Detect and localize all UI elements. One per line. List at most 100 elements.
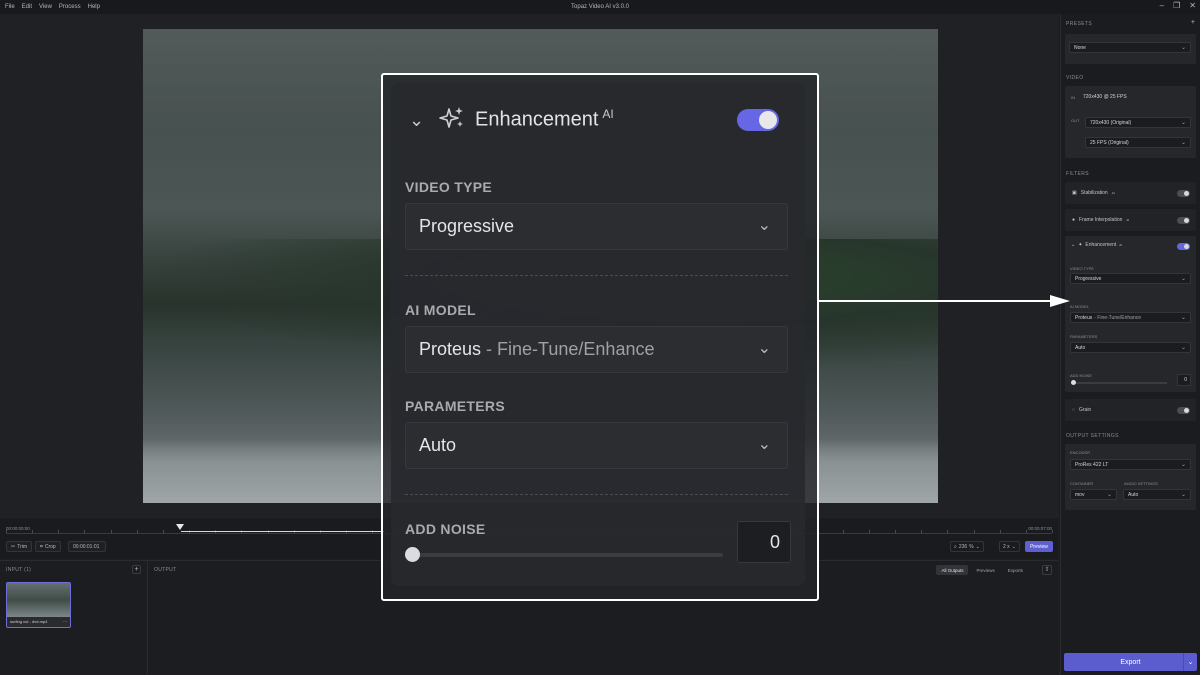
stabilization-toggle[interactable] bbox=[1177, 189, 1190, 197]
export-button[interactable]: Export ⌄ bbox=[1064, 653, 1197, 671]
enhancement-toggle[interactable] bbox=[1177, 243, 1190, 250]
menu-help[interactable]: Help bbox=[88, 4, 100, 10]
minimize-icon[interactable]: – bbox=[1160, 1, 1164, 10]
audio-settings-select[interactable]: Auto ⌄ bbox=[1123, 489, 1191, 500]
chevron-down-icon[interactable]: ⌄ bbox=[409, 110, 424, 131]
stabilization-icon: ▣ bbox=[1072, 190, 1077, 196]
chevron-down-icon[interactable]: ⌄ bbox=[1183, 653, 1197, 671]
timeline-tick bbox=[1052, 530, 1053, 533]
timecode-start: 00:00:00:00 bbox=[6, 526, 30, 531]
ai-model-select[interactable]: Proteus - Fine-Tune/Enhance ⌄ bbox=[1070, 312, 1191, 323]
video-type-select[interactable]: Progressive ⌄ bbox=[1070, 273, 1191, 284]
app-title: Topaz Video AI v3.0.0 bbox=[571, 4, 629, 10]
timeline-tick bbox=[1000, 530, 1001, 533]
enhancement-header-zoom[interactable]: ⌄ Enhancement AI bbox=[391, 83, 805, 153]
add-noise-value[interactable]: 0 bbox=[1177, 374, 1191, 386]
ai-model-label: AI MODEL bbox=[405, 302, 476, 318]
preset-select[interactable]: None ⌄ bbox=[1069, 42, 1191, 53]
speed-select[interactable]: 2 x ⌄ bbox=[999, 541, 1020, 552]
window-controls: – ❐ ✕ bbox=[1160, 1, 1196, 10]
container-select[interactable]: mov ⌄ bbox=[1070, 489, 1117, 500]
timeline-tick bbox=[111, 530, 112, 533]
grain-icon: ◌ bbox=[1072, 407, 1075, 413]
close-icon[interactable]: ✕ bbox=[1189, 1, 1196, 10]
chevron-down-icon: ⌄ bbox=[1180, 315, 1186, 321]
chevron-down-icon: ⌄ bbox=[1180, 276, 1186, 282]
callout-arrow-line bbox=[818, 300, 1053, 302]
chevron-down-icon: ⌄ bbox=[757, 217, 771, 234]
add-input-button[interactable]: + bbox=[132, 565, 141, 574]
chevron-down-icon: ⌄ bbox=[1180, 120, 1186, 126]
timecode-end: 00:00:07:00 bbox=[1028, 526, 1052, 531]
out-tag: OUT bbox=[1071, 118, 1080, 123]
frame-interpolation-toggle[interactable] bbox=[1177, 216, 1190, 224]
export-output-icon[interactable]: ⇧ bbox=[1042, 565, 1052, 575]
divider bbox=[405, 494, 788, 495]
timeline-tick bbox=[869, 530, 870, 533]
maximize-icon[interactable]: ❐ bbox=[1173, 1, 1180, 10]
settings-sidebar: PRESETS + None ⌄ VIDEO IN 720x430 @ 25 FP… bbox=[1060, 14, 1200, 675]
menu-process[interactable]: Process bbox=[59, 4, 81, 10]
ai-model-select-zoom[interactable]: Proteus - Fine-Tune/Enhance ⌄ bbox=[405, 326, 788, 373]
in-tag: IN bbox=[1071, 95, 1075, 100]
input-label: INPUT (1) bbox=[6, 567, 32, 573]
filters-label: FILTERS bbox=[1066, 171, 1089, 177]
parameters-select[interactable]: Auto ⌄ bbox=[1070, 342, 1191, 353]
add-noise-slider-zoom[interactable] bbox=[405, 547, 723, 562]
add-noise-slider[interactable] bbox=[1071, 380, 1167, 385]
chevron-down-icon: ⌄ bbox=[1180, 462, 1186, 468]
tab-previews[interactable]: Previews bbox=[971, 565, 999, 575]
sparkles-icon bbox=[439, 107, 463, 128]
parameters-select-zoom[interactable]: Auto ⌄ bbox=[405, 422, 788, 469]
encoder-select[interactable]: ProRes 422 LT ⌄ bbox=[1070, 459, 1191, 470]
timeline-tick bbox=[974, 530, 975, 533]
timecode-field[interactable]: 00:00:01:01 bbox=[68, 541, 106, 552]
output-settings-box: ENCODER ProRes 422 LT ⌄ CONTAINER AUDIO S… bbox=[1065, 444, 1196, 510]
filter-frame-interpolation[interactable]: ● Frame Interpolation AI bbox=[1065, 209, 1196, 231]
tab-all-outputs[interactable]: All Outputs bbox=[936, 565, 969, 575]
zoom-callout: ⌄ Enhancement AI VIDEO TYPE Progressive ⌄… bbox=[381, 73, 819, 601]
enhancement-toggle-zoom[interactable] bbox=[737, 109, 779, 131]
add-preset-button[interactable]: + bbox=[1191, 19, 1195, 26]
enhancement-header[interactable]: ⌄ ✦ Enhancement AI bbox=[1071, 242, 1122, 248]
menu-bar: File Edit View Process Help bbox=[0, 4, 100, 10]
video-type-select-zoom[interactable]: Progressive ⌄ bbox=[405, 203, 788, 250]
parameters-label: PARAMETERS bbox=[405, 398, 505, 414]
filter-grain[interactable]: ◌ Grain bbox=[1065, 399, 1196, 421]
add-noise-slider-knob[interactable] bbox=[1071, 380, 1076, 385]
menu-edit[interactable]: Edit bbox=[22, 4, 32, 10]
interpolation-icon: ● bbox=[1072, 217, 1076, 223]
callout-timeline-line bbox=[181, 531, 384, 532]
preview-button[interactable]: Preview bbox=[1025, 541, 1053, 552]
more-icon[interactable]: ··· bbox=[63, 619, 67, 624]
crop-button[interactable]: ⌗ Crop bbox=[35, 541, 61, 552]
file-name: surfing cut - dvd.mp4 bbox=[10, 619, 48, 624]
timeline-tick bbox=[84, 530, 85, 533]
chevron-down-icon: ⌄ bbox=[757, 436, 771, 453]
video-label: VIDEO bbox=[1066, 75, 1084, 81]
enhancement-box: ⌄ ✦ Enhancement AI VIDEO TYPE Progressiv… bbox=[1065, 236, 1196, 392]
trim-button[interactable]: ✂ Trim bbox=[6, 541, 33, 552]
timeline-tick bbox=[895, 530, 896, 533]
add-noise-slider-knob-zoom[interactable] bbox=[405, 547, 420, 562]
callout-arrow-head bbox=[1050, 295, 1070, 307]
output-settings-label: OUTPUT SETTINGS bbox=[1066, 433, 1119, 439]
enhancement-panel-zoom: ⌄ Enhancement AI VIDEO TYPE Progressive ⌄… bbox=[391, 83, 805, 586]
zoom-control[interactable]: ⌕ 236 % ⌄ bbox=[950, 541, 984, 552]
chevron-down-icon: ⌄ bbox=[1011, 543, 1016, 550]
chevron-down-icon: ⌄ bbox=[1180, 45, 1186, 51]
chevron-down-icon: ⌄ bbox=[975, 543, 980, 550]
menu-file[interactable]: File bbox=[5, 4, 15, 10]
output-resolution-select[interactable]: 720x430 (Original) ⌄ bbox=[1085, 117, 1191, 128]
output-tabs: All Outputs Previews Exports bbox=[936, 565, 1028, 575]
input-thumbnail[interactable]: surfing cut - dvd.mp4 ··· bbox=[6, 582, 71, 628]
chevron-down-icon: ⌄ bbox=[1106, 492, 1112, 498]
menu-view[interactable]: View bbox=[39, 4, 52, 10]
tab-exports[interactable]: Exports bbox=[1003, 565, 1028, 575]
filter-stabilization[interactable]: ▣ Stabilization AI bbox=[1065, 182, 1196, 204]
grain-toggle[interactable] bbox=[1177, 406, 1190, 414]
add-noise-value-zoom[interactable]: 0 bbox=[737, 521, 791, 563]
chevron-down-icon: ⌄ bbox=[757, 340, 771, 357]
playhead-marker[interactable] bbox=[176, 524, 184, 530]
output-fps-select[interactable]: 25 FPS (Original) ⌄ bbox=[1085, 137, 1191, 148]
